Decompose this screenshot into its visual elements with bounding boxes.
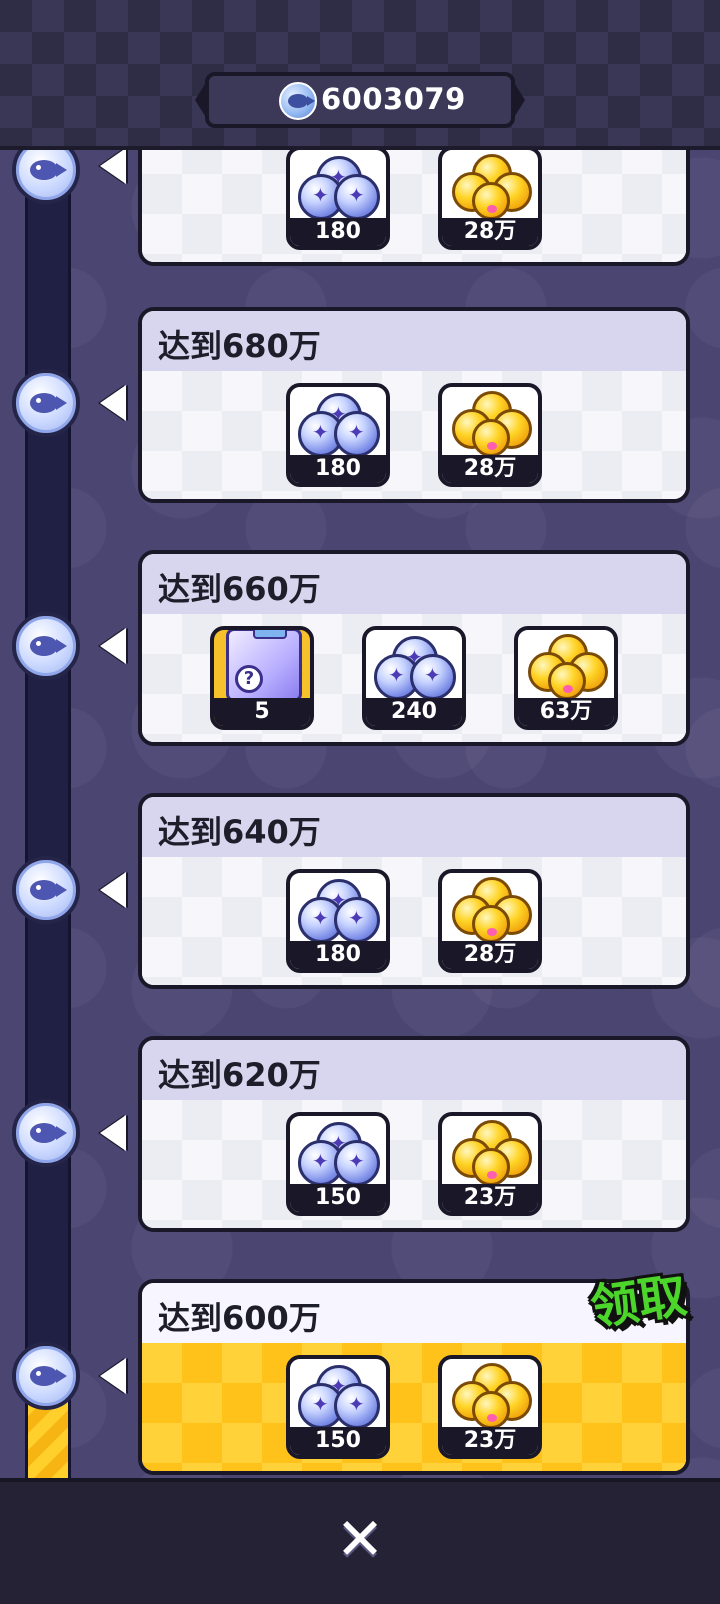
reward-candy[interactable]: 63万 xyxy=(514,626,618,730)
milestone-node-icon xyxy=(12,856,80,924)
header: 6003079 xyxy=(0,0,720,150)
milestone-card: 达到660万 ? 5 240 63万 xyxy=(138,550,690,746)
reward-candy[interactable]: 28万 xyxy=(438,146,542,250)
reward-count: 180 xyxy=(290,218,386,246)
milestone-title: 达到600万 xyxy=(158,1299,321,1337)
reward-gem[interactable]: 150 xyxy=(286,1355,390,1459)
card-body: 180 28万 xyxy=(142,134,686,262)
reward-count: 150 xyxy=(290,1427,386,1455)
reward-count: 180 xyxy=(290,455,386,483)
reward-candy[interactable]: 23万 xyxy=(438,1112,542,1216)
reward-gem[interactable]: 150 xyxy=(286,1112,390,1216)
pointer-icon xyxy=(100,872,126,908)
claim-button[interactable]: 领取 xyxy=(586,1256,691,1339)
reward-gem[interactable]: 240 xyxy=(362,626,466,730)
milestone-node-icon xyxy=(12,1342,80,1410)
currency-display: 6003079 xyxy=(195,72,525,128)
pointer-icon xyxy=(100,385,126,421)
reward-candy[interactable]: 28万 xyxy=(438,383,542,487)
milestone-card: 达到640万 180 28万 xyxy=(138,793,690,989)
card-title-bar: 达到680万 xyxy=(142,311,686,371)
pointer-icon xyxy=(100,628,126,664)
reward-count: 63万 xyxy=(518,698,614,726)
reward-count: 23万 xyxy=(442,1427,538,1455)
card-body: ? 5 240 63万 xyxy=(142,614,686,742)
gem-icon xyxy=(374,636,458,700)
gem-icon xyxy=(298,393,382,457)
reward-count: 240 xyxy=(366,698,462,726)
mystery-box-icon: ? xyxy=(226,630,302,702)
pointer-icon xyxy=(100,148,126,184)
reward-count: 150 xyxy=(290,1184,386,1212)
reward-candy[interactable]: 28万 xyxy=(438,869,542,973)
candy-icon xyxy=(450,1120,534,1186)
candy-icon xyxy=(450,391,534,457)
reward-list: 150 23万 xyxy=(142,1355,686,1459)
reward-candy[interactable]: 23万 xyxy=(438,1355,542,1459)
card-title-bar: 达到640万 xyxy=(142,797,686,857)
card-title-bar: 达到620万 xyxy=(142,1040,686,1100)
reward-count: 28万 xyxy=(442,218,538,246)
reward-gem[interactable]: 180 xyxy=(286,146,390,250)
candy-icon xyxy=(526,634,610,700)
reward-list: 180 28万 xyxy=(142,869,686,973)
reward-count: 28万 xyxy=(442,455,538,483)
gem-icon xyxy=(298,1365,382,1429)
currency-value: 6003079 xyxy=(321,82,466,116)
fish-coin-icon xyxy=(279,82,317,120)
milestone-node-icon xyxy=(12,369,80,437)
card-body: 180 28万 xyxy=(142,857,686,985)
milestone-title: 达到680万 xyxy=(158,327,321,365)
gem-icon xyxy=(298,156,382,220)
gem-icon xyxy=(298,1122,382,1186)
card-body: 180 28万 xyxy=(142,371,686,499)
card-body: 150 23万 xyxy=(142,1343,686,1471)
milestone-node-icon xyxy=(12,612,80,680)
bottom-bar: ✕ xyxy=(0,1478,720,1604)
reward-count: 23万 xyxy=(442,1184,538,1212)
candy-icon xyxy=(450,1363,534,1429)
milestone-card: 达到620万 150 23万 xyxy=(138,1036,690,1232)
card-title-bar: 达到660万 xyxy=(142,554,686,614)
milestone-node-icon xyxy=(12,1099,80,1167)
pointer-icon xyxy=(100,1115,126,1151)
close-icon[interactable]: ✕ xyxy=(333,1510,387,1568)
reward-count: 5 xyxy=(214,698,310,726)
reward-list: 180 28万 xyxy=(142,383,686,487)
candy-icon xyxy=(450,154,534,220)
reward-gem[interactable]: 180 xyxy=(286,869,390,973)
gem-icon xyxy=(298,879,382,943)
reward-list: ? 5 240 63万 xyxy=(142,626,686,730)
reward-list: 150 23万 xyxy=(142,1112,686,1216)
progress-track xyxy=(25,148,71,1478)
milestone-card: 达到680万 180 28万 xyxy=(138,307,690,503)
reward-list: 180 28万 xyxy=(142,146,686,250)
pointer-icon xyxy=(100,1358,126,1394)
candy-icon xyxy=(450,877,534,943)
milestone-title: 达到620万 xyxy=(158,1056,321,1094)
reward-mystery-box[interactable]: ? 5 xyxy=(210,626,314,730)
reward-count: 180 xyxy=(290,941,386,969)
milestone-title: 达到660万 xyxy=(158,570,321,608)
reward-count: 28万 xyxy=(442,941,538,969)
reward-gem[interactable]: 180 xyxy=(286,383,390,487)
milestone-title: 达到640万 xyxy=(158,813,321,851)
card-body: 150 23万 xyxy=(142,1100,686,1228)
